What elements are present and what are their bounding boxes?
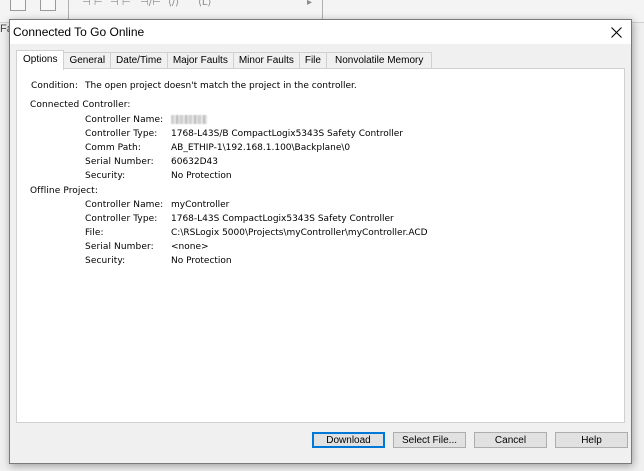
help-button[interactable]: Help xyxy=(555,432,628,448)
connected-controller-name-value-redacted xyxy=(171,115,207,125)
offline-controller-name-label: Controller Name: xyxy=(85,200,164,210)
dialog-title: Connected To Go Online xyxy=(13,25,145,39)
offline-project-heading: Offline Project: xyxy=(30,186,98,196)
cancel-button[interactable]: Cancel xyxy=(474,432,547,448)
offline-controller-type-value: 1768-L43S CompactLogix5343S Safety Contr… xyxy=(171,214,394,224)
file-label: File: xyxy=(85,228,104,238)
comm-path-value: AB_ETHIP-1\192.168.1.100\Backplane\0 xyxy=(171,143,351,153)
offline-security-label: Security: xyxy=(85,256,126,266)
select-file-button[interactable]: Select File... xyxy=(393,432,466,448)
offline-controller-type-label: Controller Type: xyxy=(85,214,158,224)
download-button[interactable]: Download xyxy=(312,432,385,448)
close-button[interactable] xyxy=(601,20,631,44)
connected-security-value: No Protection xyxy=(171,171,232,181)
tab-file[interactable]: File xyxy=(298,52,327,69)
connected-controller-heading: Connected Controller: xyxy=(30,100,131,110)
condition-label: Condition: xyxy=(31,81,78,91)
connected-to-go-online-dialog: Connected To Go Online Options General D… xyxy=(9,19,632,464)
tab-strip: Options General Date/Time Major Faults M… xyxy=(16,50,433,70)
title-bar: Connected To Go Online xyxy=(10,20,631,44)
connected-controller-type-value: 1768-L43S/B CompactLogix5343S Safety Con… xyxy=(171,129,403,139)
connected-security-label: Security: xyxy=(85,171,126,181)
close-icon xyxy=(610,26,622,38)
connected-controller-name-label: Controller Name: xyxy=(85,115,164,125)
connected-serial-label: Serial Number: xyxy=(85,157,154,167)
toolbar-arrow-icon: ▸ xyxy=(307,0,313,8)
toolbar-glyph-icon: ⊣ ⊢ xyxy=(82,0,103,8)
toolbar-glyph-icon: ⟨/⟩ xyxy=(168,0,180,8)
connected-serial-value: 60632D43 xyxy=(171,157,219,167)
condition-text: The open project doesn't match the proje… xyxy=(85,81,357,91)
connected-controller-type-label: Controller Type: xyxy=(85,129,158,139)
redacted-text xyxy=(171,115,207,124)
tab-general[interactable]: General xyxy=(63,52,112,69)
tab-options[interactable]: Options xyxy=(16,50,65,70)
toolbar-icon xyxy=(10,0,26,11)
tab-minor-faults[interactable]: Minor Faults xyxy=(232,52,300,69)
tab-nonvolatile-memory[interactable]: Nonvolatile Memory xyxy=(325,52,433,69)
file-path-value: C:\RSLogix 5000\Projects\myController\my… xyxy=(171,228,428,238)
toolbar-glyph-icon: ⊣ ⊢ xyxy=(110,0,131,8)
offline-security-value: No Protection xyxy=(171,256,232,266)
toolbar-glyph-icon: ⟨L⟩ xyxy=(198,0,212,8)
tab-major-faults[interactable]: Major Faults xyxy=(166,52,234,69)
comm-path-label: Comm Path: xyxy=(85,143,141,153)
offline-serial-value: <none> xyxy=(171,242,209,252)
tab-date-time[interactable]: Date/Time xyxy=(110,52,168,69)
toolbar-glyph-icon: ⊣/⊢ xyxy=(140,0,161,8)
offline-serial-label: Serial Number: xyxy=(85,242,154,252)
options-panel: Condition: The open project doesn't matc… xyxy=(16,68,625,423)
toolbar-icon xyxy=(40,0,56,11)
offline-controller-name-value: myController xyxy=(171,200,230,210)
